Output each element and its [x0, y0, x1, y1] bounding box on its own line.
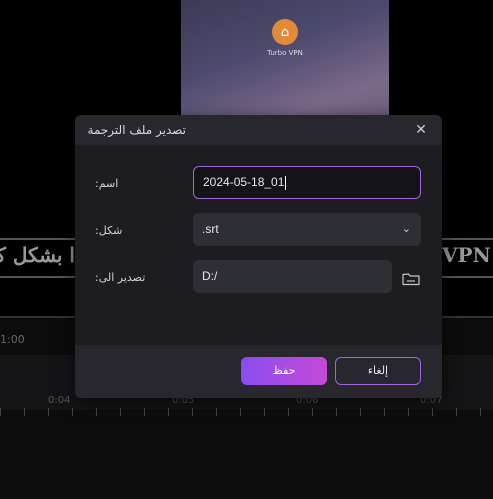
- ruler-label: 0:04: [48, 395, 71, 406]
- dialog-body: اسم: 2024-05-18_01 شكل: .srt ⌄ تصدير الى…: [75, 145, 442, 345]
- export-path-value: D:/: [202, 269, 218, 283]
- dialog-footer: حفظ إلغاء: [75, 345, 442, 398]
- name-input[interactable]: 2024-05-18_01: [193, 166, 421, 199]
- name-label: اسم:: [95, 177, 119, 190]
- format-select[interactable]: .srt ⌄: [193, 213, 421, 246]
- close-icon[interactable]: ✕: [413, 122, 429, 138]
- export-path-label: تصدير الى:: [95, 271, 146, 284]
- folder-icon[interactable]: [402, 272, 420, 286]
- format-label: شكل:: [95, 224, 123, 237]
- chevron-down-icon: ⌄: [401, 223, 411, 235]
- cancel-button[interactable]: إلغاء: [335, 357, 421, 385]
- export-subtitle-dialog: تصدير ملف الترجمة ✕ اسم: 2024-05-18_01 ش…: [75, 115, 442, 398]
- app-logo-label: Turbo VPN: [267, 49, 303, 57]
- name-input-value: 2024-05-18_01: [203, 175, 285, 189]
- caption-text-right: VPN ج: [442, 243, 493, 267]
- save-button[interactable]: حفظ: [241, 357, 327, 385]
- caption-text-left: ا بشكل كبير: [0, 243, 75, 267]
- format-select-value: .srt: [202, 222, 219, 236]
- text-caret: [285, 175, 287, 190]
- dialog-title: تصدير ملف الترجمة: [87, 123, 186, 137]
- app-logo-icon: ⌂: [272, 19, 298, 45]
- time-mark: 1:00: [0, 333, 25, 346]
- export-path-input[interactable]: D:/: [193, 260, 392, 293]
- timeline-ruler: [0, 408, 493, 416]
- dialog-header: تصدير ملف الترجمة ✕: [75, 115, 442, 145]
